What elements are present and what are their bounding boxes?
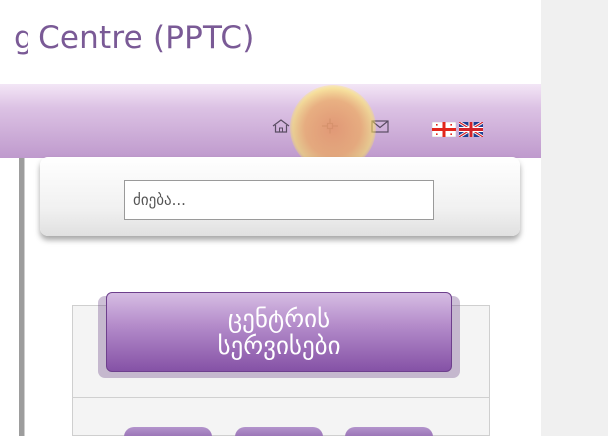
mail-icon[interactable] (370, 118, 390, 134)
page-side-background (541, 0, 608, 436)
site-title-text: Centre (PPTC) (38, 20, 255, 56)
site-title: g Centre (PPTC) (14, 20, 255, 56)
georgian-flag-icon[interactable] (432, 122, 456, 137)
service-tile-3[interactable] (345, 427, 433, 436)
sitemap-icon[interactable] (320, 118, 340, 134)
services-title-line-2: სერვისები (217, 331, 341, 360)
home-icon[interactable] (271, 118, 291, 134)
site-header: g Centre (PPTC) (0, 0, 541, 85)
page: g Centre (PPTC) ძიება... ცენტრის სერვისე… (0, 0, 608, 436)
services-title-line-1: ცენტრის (227, 304, 331, 333)
site-title-cut-glyph: g (14, 20, 28, 56)
column-divider (19, 158, 25, 436)
english-flag-icon[interactable] (459, 122, 483, 137)
service-tile-1[interactable] (124, 427, 212, 436)
service-tile-2[interactable] (235, 427, 323, 436)
services-ribbon-button[interactable]: ცენტრის სერვისები (106, 292, 452, 372)
services-divider (72, 397, 490, 398)
search-input[interactable] (124, 180, 434, 220)
